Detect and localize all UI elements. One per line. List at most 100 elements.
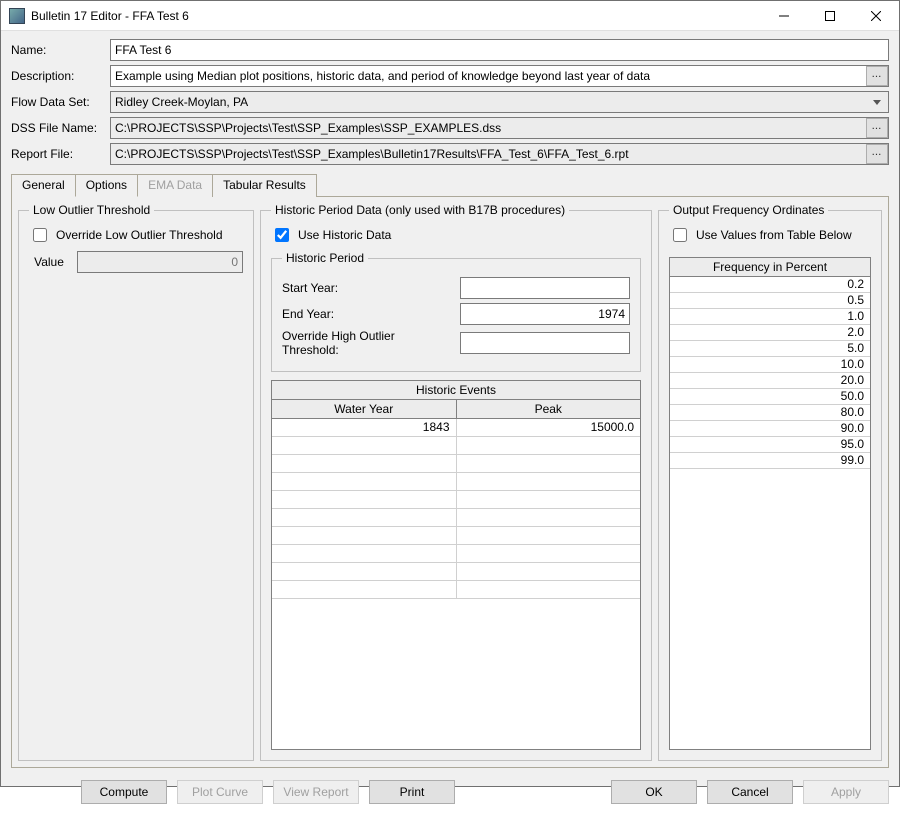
app-icon: [9, 8, 25, 24]
dss-browse-button[interactable]: ...: [866, 118, 888, 138]
table-row[interactable]: [272, 545, 640, 563]
table-row[interactable]: 184315000.0: [272, 419, 640, 437]
tab-general[interactable]: General: [11, 174, 76, 197]
frequency-row[interactable]: 5.0: [670, 341, 870, 357]
frequency-row[interactable]: 99.0: [670, 453, 870, 469]
tab-ema-data: EMA Data: [137, 174, 213, 197]
window-title: Bulletin 17 Editor - FFA Test 6: [31, 9, 761, 23]
cell-water-year[interactable]: [272, 581, 457, 598]
flow-data-label: Flow Data Set:: [11, 95, 106, 109]
button-bar: Compute Plot Curve View Report Print OK …: [1, 772, 899, 814]
override-low-outlier-checkbox[interactable]: [33, 228, 47, 242]
historic-period-group: Historic Period Data (only used with B17…: [260, 203, 652, 761]
dss-file-input[interactable]: [110, 117, 889, 139]
cell-water-year[interactable]: 1843: [272, 419, 457, 436]
low-outlier-legend: Low Outlier Threshold: [29, 203, 154, 217]
frequency-row[interactable]: 80.0: [670, 405, 870, 421]
override-high-outlier-label: Override High Outlier Threshold:: [282, 329, 454, 357]
hp-legend: Historic Period: [282, 251, 368, 265]
start-year-label: Start Year:: [282, 281, 454, 295]
frequency-row[interactable]: 20.0: [670, 373, 870, 389]
cell-water-year[interactable]: [272, 509, 457, 526]
plot-curve-button: Plot Curve: [177, 780, 263, 804]
report-file-label: Report File:: [11, 147, 106, 161]
tab-options[interactable]: Options: [75, 174, 138, 197]
cell-water-year[interactable]: [272, 545, 457, 562]
use-values-checkbox[interactable]: [673, 228, 687, 242]
frequency-row[interactable]: 2.0: [670, 325, 870, 341]
frequency-row[interactable]: 10.0: [670, 357, 870, 373]
frequency-row[interactable]: 0.2: [670, 277, 870, 293]
table-row[interactable]: [272, 509, 640, 527]
historic-period-inner: Historic Period Start Year: End Year: Ov…: [271, 251, 641, 372]
low-value-label: Value: [29, 255, 69, 269]
frequency-row[interactable]: 0.5: [670, 293, 870, 309]
flow-data-select[interactable]: Ridley Creek-Moylan, PA: [110, 91, 889, 113]
content-area: Name: Description: ... Flow Data Set: Ri…: [1, 31, 899, 772]
table-row[interactable]: [272, 527, 640, 545]
table-row[interactable]: [272, 491, 640, 509]
frequency-row[interactable]: 90.0: [670, 421, 870, 437]
cell-water-year[interactable]: [272, 527, 457, 544]
table-row[interactable]: [272, 437, 640, 455]
cell-water-year[interactable]: [272, 491, 457, 508]
cancel-button[interactable]: Cancel: [707, 780, 793, 804]
apply-button: Apply: [803, 780, 889, 804]
cell-peak[interactable]: [457, 581, 641, 598]
table-row[interactable]: [272, 581, 640, 599]
frequency-row[interactable]: 50.0: [670, 389, 870, 405]
output-frequency-group: Output Frequency Ordinates Use Values fr…: [658, 203, 882, 761]
cell-water-year[interactable]: [272, 563, 457, 580]
frequency-row[interactable]: 95.0: [670, 437, 870, 453]
report-file-input[interactable]: [110, 143, 889, 165]
cell-peak[interactable]: [457, 545, 641, 562]
low-outlier-group: Low Outlier Threshold Override Low Outli…: [18, 203, 254, 761]
table-row[interactable]: [272, 473, 640, 491]
description-label: Description:: [11, 69, 106, 83]
table-row[interactable]: [272, 563, 640, 581]
print-button[interactable]: Print: [369, 780, 455, 804]
view-report-button: View Report: [273, 780, 359, 804]
cell-peak[interactable]: [457, 527, 641, 544]
historic-events-grid[interactable]: Historic Events Water Year Peak 18431500…: [271, 380, 641, 750]
cell-peak[interactable]: [457, 473, 641, 490]
historic-legend: Historic Period Data (only used with B17…: [271, 203, 569, 217]
minimize-button[interactable]: [761, 1, 807, 30]
maximize-button[interactable]: [807, 1, 853, 30]
cell-water-year[interactable]: [272, 455, 457, 472]
freq-legend: Output Frequency Ordinates: [669, 203, 828, 217]
use-values-checkbox-label[interactable]: Use Values from Table Below: [669, 225, 871, 245]
dss-file-label: DSS File Name:: [11, 121, 106, 135]
cell-peak[interactable]: [457, 563, 641, 580]
report-browse-button[interactable]: ...: [866, 144, 888, 164]
window: Bulletin 17 Editor - FFA Test 6 Name: De…: [0, 0, 900, 787]
frequency-grid[interactable]: Frequency in Percent 0.20.51.02.05.010.0…: [669, 257, 871, 750]
col-water-year: Water Year: [272, 400, 457, 418]
tab-panel-options: Low Outlier Threshold Override Low Outli…: [11, 197, 889, 768]
cell-water-year[interactable]: [272, 437, 457, 454]
close-button[interactable]: [853, 1, 899, 30]
cell-water-year[interactable]: [272, 473, 457, 490]
name-label: Name:: [11, 43, 106, 57]
low-value-input: [77, 251, 243, 273]
tab-tabular-results[interactable]: Tabular Results: [212, 174, 317, 197]
description-input[interactable]: [110, 65, 889, 87]
cell-peak[interactable]: 15000.0: [457, 419, 641, 436]
override-high-outlier-input[interactable]: [460, 332, 630, 354]
use-historic-checkbox[interactable]: [275, 228, 289, 242]
cell-peak[interactable]: [457, 455, 641, 472]
cell-peak[interactable]: [457, 491, 641, 508]
description-browse-button[interactable]: ...: [866, 66, 888, 86]
cell-peak[interactable]: [457, 509, 641, 526]
end-year-input[interactable]: [460, 303, 630, 325]
override-low-outlier-checkbox-label[interactable]: Override Low Outlier Threshold: [29, 225, 243, 245]
ok-button[interactable]: OK: [611, 780, 697, 804]
compute-button[interactable]: Compute: [81, 780, 167, 804]
use-historic-checkbox-label[interactable]: Use Historic Data: [271, 225, 641, 245]
start-year-input[interactable]: [460, 277, 630, 299]
name-input[interactable]: [110, 39, 889, 61]
historic-events-title: Historic Events: [272, 381, 640, 400]
cell-peak[interactable]: [457, 437, 641, 454]
frequency-row[interactable]: 1.0: [670, 309, 870, 325]
table-row[interactable]: [272, 455, 640, 473]
